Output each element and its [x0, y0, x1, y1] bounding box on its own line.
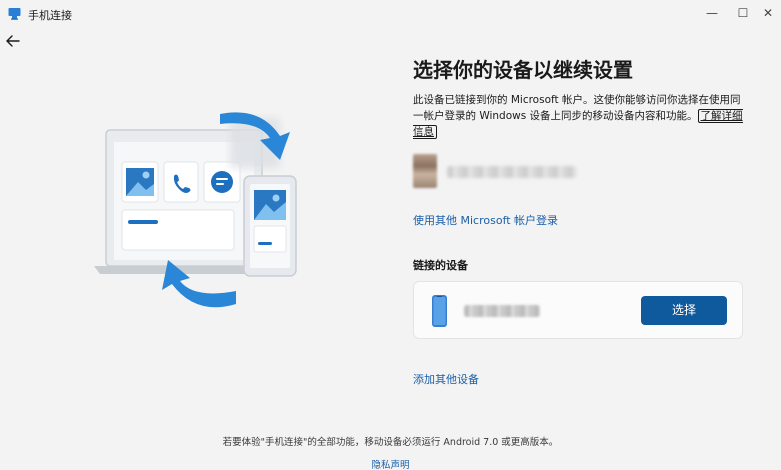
device-sync-illustration [94, 112, 297, 308]
title-bar: 手机连接 — ☐ ✕ [0, 0, 781, 28]
privacy-link[interactable]: 隐私声明 [0, 457, 781, 470]
back-arrow-icon[interactable] [4, 32, 22, 50]
page-title: 选择你的设备以继续设置 [413, 58, 633, 82]
phone-link-icon [8, 8, 21, 20]
close-button[interactable]: ✕ [756, 4, 780, 22]
device-name-redacted [464, 305, 540, 317]
description-text: 此设备已链接到你的 Microsoft 帐户。这使你能够访问你选择在使用同一帐户… [413, 94, 741, 122]
add-device-link[interactable]: 添加其他设备 [413, 371, 479, 387]
device-card: 选择 [413, 281, 743, 339]
phone-icon [432, 295, 447, 327]
select-device-button[interactable]: 选择 [641, 296, 727, 325]
footer-note: 若要体验"手机连接"的全部功能，移动设备必须运行 Android 7.0 或更高… [222, 437, 559, 448]
account-entry[interactable] [413, 152, 613, 192]
linked-devices-title: 链接的设备 [413, 259, 468, 272]
other-account-link[interactable]: 使用其他 Microsoft 帐户登录 [413, 212, 558, 228]
avatar [413, 154, 437, 188]
account-name-redacted [447, 166, 577, 178]
minimize-button[interactable]: — [700, 4, 724, 22]
description: 此设备已链接到你的 Microsoft 帐户。这使你能够访问你选择在使用同一帐户… [413, 92, 743, 140]
window-title: 手机连接 [28, 9, 72, 22]
maximize-button[interactable]: ☐ [731, 4, 755, 22]
